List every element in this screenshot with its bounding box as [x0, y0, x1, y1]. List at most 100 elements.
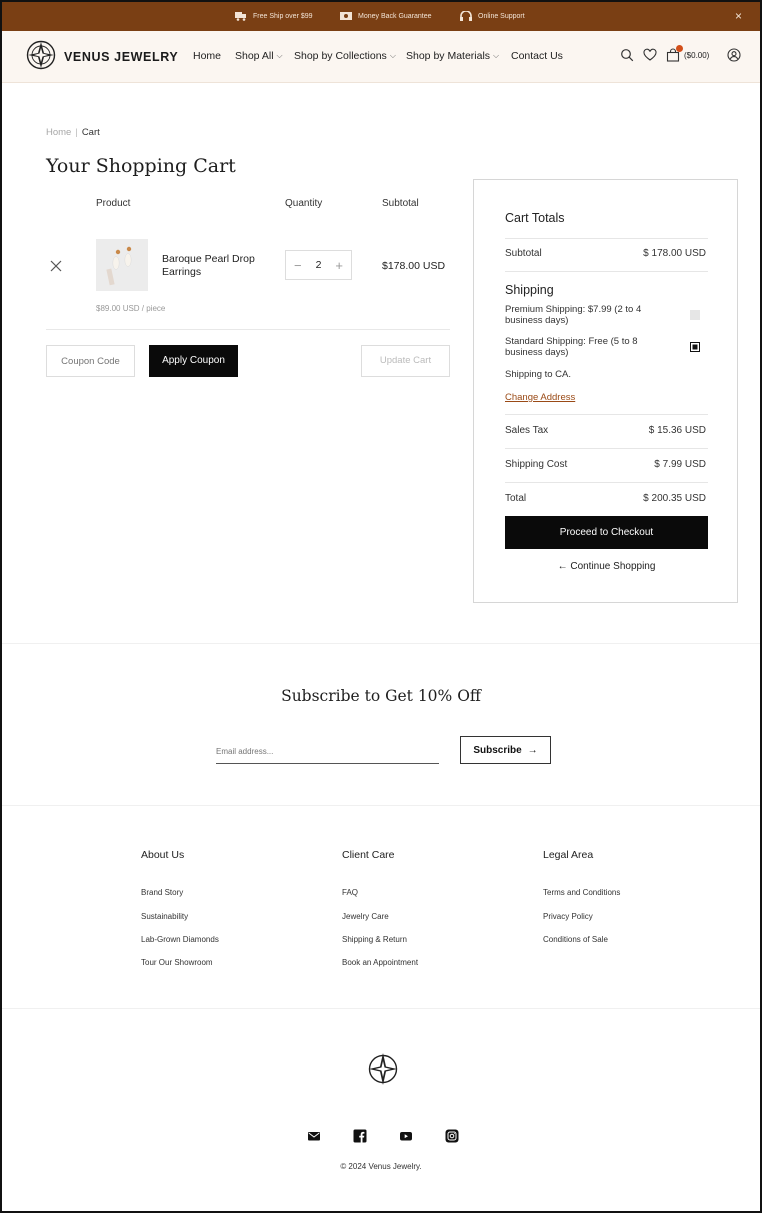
footer-link-shipping-return[interactable]: Shipping & Return [342, 935, 407, 944]
footer-heading-legal: Legal Area [543, 849, 594, 861]
totals-divider [505, 271, 708, 272]
nav-contact-us[interactable]: Contact Us [511, 50, 563, 62]
nav-home[interactable]: Home [193, 50, 221, 62]
shipping-option-premium: Premium Shipping: $7.99 (2 to 4 business… [505, 304, 642, 326]
page-frame: Free Ship over $99 Money Back Guarantee … [0, 0, 762, 1213]
chevron-down-icon: ⌵ [389, 51, 396, 60]
footer-link-jewelry-care[interactable]: Jewelry Care [342, 912, 389, 921]
sales-tax-value: $ 15.36 USD [648, 425, 706, 436]
footer-link-brand-story[interactable]: Brand Story [141, 888, 183, 897]
shipping-standard-checkbox[interactable] [690, 342, 700, 352]
nav-shop-collections-label: Shop by Collections [294, 50, 387, 62]
footer-link-terms[interactable]: Terms and Conditions [543, 888, 620, 897]
site-header: VENUS JEWELRY Home Shop All ⌵ Shop by Co… [2, 31, 760, 83]
nav-shop-collections[interactable]: Shop by Collections ⌵ [294, 50, 396, 62]
email-input[interactable] [216, 740, 439, 764]
nav-home-label: Home [193, 50, 222, 62]
shipping-cost-value: $ 7.99 USD [654, 459, 706, 470]
breadcrumb-separator: | [75, 127, 78, 138]
totals-divider [505, 238, 708, 239]
truck-icon [235, 12, 246, 21]
announcement-bar: Free Ship over $99 Money Back Guarantee … [2, 2, 760, 31]
total-value: $ 200.35 USD [643, 493, 706, 504]
subtotal-label: Subtotal [505, 248, 542, 259]
arrow-right-icon: → [527, 744, 538, 756]
quantity-decrease-button[interactable]: − [294, 258, 302, 273]
quantity-stepper: − 2 + [285, 250, 352, 280]
user-account-icon[interactable] [727, 48, 741, 62]
breadcrumb-current: Cart [81, 127, 100, 138]
section-divider [2, 643, 760, 644]
cart-total[interactable]: ($0.00) [684, 51, 709, 60]
shipping-cost-label: Shipping Cost [505, 459, 568, 470]
product-unit-price: $89.00 USD / piece [96, 304, 166, 313]
sales-tax-label: Sales Tax [505, 425, 549, 436]
footer-heading-about: About Us [141, 849, 185, 861]
remove-item-icon[interactable] [48, 258, 64, 274]
totals-divider [505, 448, 708, 449]
section-divider [2, 805, 760, 806]
promo-online-support: Online Support [460, 11, 525, 21]
column-header-product: Product [96, 198, 131, 209]
quantity-value[interactable]: 2 [316, 259, 322, 271]
footer-link-faq[interactable]: FAQ [342, 888, 358, 897]
brand-logo-icon[interactable] [26, 40, 56, 70]
totals-divider [505, 414, 708, 415]
email-icon[interactable] [307, 1129, 321, 1143]
promo-free-ship: Free Ship over $99 [235, 11, 313, 21]
cart-badge [676, 45, 683, 52]
instagram-icon[interactable] [445, 1129, 459, 1143]
cart-totals-title: Cart Totals [505, 211, 565, 225]
facebook-icon[interactable] [353, 1129, 367, 1143]
promo-online-support-text: Online Support [478, 12, 525, 20]
page-title: Your Shopping Cart [46, 155, 236, 177]
nav-shop-materials[interactable]: Shop by Materials ⌵ [406, 50, 499, 62]
nav-shop-all-label: Shop All [235, 50, 274, 62]
chevron-down-icon: ⌵ [276, 51, 283, 60]
nav-shop-materials-label: Shop by Materials [406, 50, 491, 62]
promo-free-ship-text: Free Ship over $99 [253, 12, 313, 20]
youtube-icon[interactable] [399, 1129, 413, 1143]
column-header-subtotal: Subtotal [382, 198, 419, 209]
footer-link-appointment[interactable]: Book an Appointment [342, 958, 418, 967]
update-cart-button[interactable]: Update Cart [361, 345, 450, 377]
shipping-option-standard: Standard Shipping: Free (5 to 8 business… [505, 336, 638, 358]
footer-logo-icon[interactable] [368, 1052, 398, 1086]
subtotal-value: $ 178.00 USD [643, 248, 706, 259]
subscribe-button-label: Subscribe [473, 744, 522, 756]
nav-shop-all[interactable]: Shop All ⌵ [235, 50, 283, 62]
footer-link-sustainability[interactable]: Sustainability [141, 912, 188, 921]
coupon-code-input[interactable] [46, 345, 135, 377]
column-header-quantity: Quantity [285, 198, 323, 209]
apply-coupon-button[interactable]: Apply Coupon [149, 345, 238, 377]
search-icon[interactable] [620, 48, 634, 62]
footer-link-privacy[interactable]: Privacy Policy [543, 912, 593, 921]
announcement-close-icon[interactable]: × [735, 9, 742, 23]
quantity-increase-button[interactable]: + [335, 258, 343, 273]
cart-totals-panel: Cart Totals Subtotal $ 178.00 USD Shippi… [473, 179, 738, 603]
shipping-premium-checkbox[interactable] [690, 310, 700, 320]
proceed-to-checkout-button[interactable]: Proceed to Checkout [505, 516, 708, 549]
product-name[interactable]: Baroque Pearl Drop Earrings [162, 253, 272, 279]
total-label: Total [505, 493, 527, 504]
footer-link-conditions-of-sale[interactable]: Conditions of Sale [543, 935, 608, 944]
copyright-text: © 2024 Venus Jewelry. [340, 1162, 422, 1171]
product-thumbnail[interactable] [96, 239, 148, 291]
breadcrumb-home[interactable]: Home [46, 127, 71, 138]
heart-icon[interactable] [643, 48, 657, 62]
footer-link-showroom[interactable]: Tour Our Showroom [141, 958, 213, 967]
brand-name[interactable]: VENUS JEWELRY [64, 50, 178, 64]
footer-heading-client-care: Client Care [342, 849, 395, 861]
change-address-link[interactable]: Change Address [505, 392, 575, 403]
cart-divider [46, 329, 450, 330]
line-subtotal: $178.00 USD [382, 260, 446, 272]
headset-icon [460, 11, 472, 21]
footer-link-lab-grown[interactable]: Lab-Grown Diamonds [141, 935, 219, 944]
shipping-title: Shipping [505, 283, 554, 297]
promo-money-back-text: Money Back Guarantee [358, 12, 432, 20]
nav-contact-us-label: Contact Us [511, 50, 563, 62]
totals-divider [505, 482, 708, 483]
subscribe-button[interactable]: Subscribe → [460, 736, 551, 764]
continue-shopping-link[interactable]: ← Continue Shopping [505, 561, 708, 572]
shipping-destination: Shipping to CA. [505, 369, 572, 380]
